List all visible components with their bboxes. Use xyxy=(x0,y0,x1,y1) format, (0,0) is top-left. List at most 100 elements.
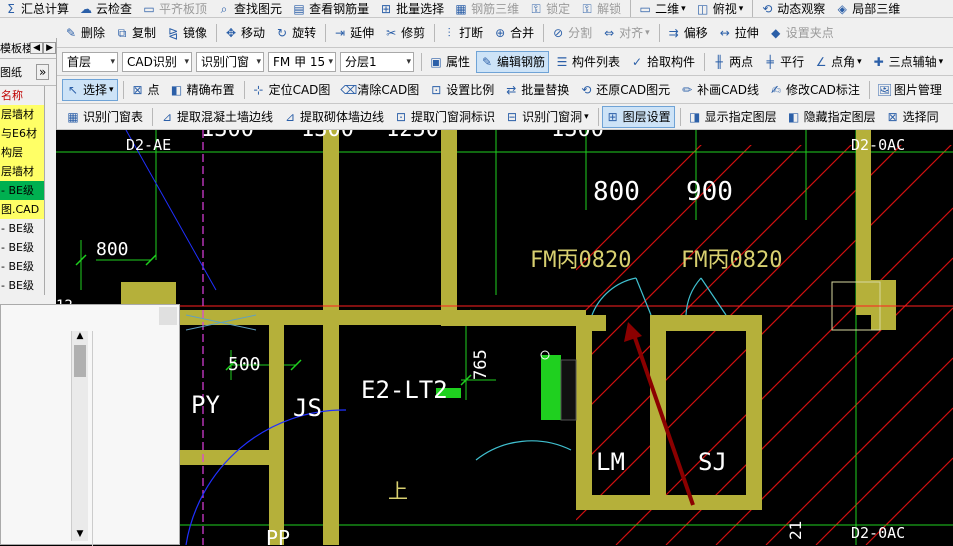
find-button[interactable]: ⌕ 查找图元 xyxy=(213,0,286,17)
stretch-button[interactable]: ↔ 拉伸 xyxy=(714,22,763,44)
unlock-button[interactable]: ⚿ 解锁 xyxy=(576,0,625,17)
chevron-down-icon[interactable]: ▾ xyxy=(645,28,650,38)
chevron-down-icon[interactable]: ▾ xyxy=(328,57,333,67)
show-layer-button[interactable]: ◨ 显示指定图层 xyxy=(684,106,781,128)
parallel-button[interactable]: ╪ 平行 xyxy=(759,51,808,73)
point-angle-button[interactable]: ∠ 点角 ▾ xyxy=(810,51,866,73)
scroll-thumb[interactable] xyxy=(74,345,86,377)
chevron-down-icon[interactable]: ▾ xyxy=(857,57,862,67)
layer-list-item[interactable]: 名称 xyxy=(0,86,44,105)
tab-prev-arrow[interactable]: ◀ xyxy=(30,42,44,54)
panel-close-icon[interactable] xyxy=(159,307,177,325)
panel-expand-icon[interactable]: » xyxy=(36,64,50,80)
selector-2[interactable]: 识别门窗 ▾ xyxy=(196,51,264,72)
door-window-table-button[interactable]: ▦ 识别门窗表 xyxy=(62,106,147,128)
tab-drawing[interactable]: 图纸 xyxy=(0,64,34,80)
selector-1[interactable]: CAD识别 ▾ xyxy=(122,51,192,72)
hide-layer-button[interactable]: ◧ 隐藏指定图层 xyxy=(783,106,880,128)
cad-drawing[interactable]: D2-AE D2-0AC D2-0AC 800 900 800 FM丙0820 FM丙0820… xyxy=(56,130,953,545)
layer-list-item[interactable]: - BE级 xyxy=(0,219,44,238)
select-same-button[interactable]: ⊠ 选择同 xyxy=(882,106,943,128)
identify-opening-button[interactable]: ⊟ 识别门窗洞 ▾ xyxy=(501,106,593,128)
selector-3[interactable]: FM 甲 15 ▾ xyxy=(268,51,336,72)
layer-list-item[interactable]: 构层 xyxy=(0,143,44,162)
selector-4[interactable]: 分层1 ▾ xyxy=(340,51,414,72)
clear-cad-button[interactable]: ⌫ 清除CAD图 xyxy=(336,79,423,101)
align-button[interactable]: ⇔ 对齐 ▾ xyxy=(598,22,654,44)
extract-concrete-wall-button[interactable]: ⊿ 提取混凝土墙边线 xyxy=(156,106,277,128)
cad-label-num-21: 21 xyxy=(786,521,805,540)
scroll-down-icon[interactable]: ▼ xyxy=(72,529,88,539)
layer-list-item[interactable]: 层墙材 xyxy=(0,162,44,181)
trim-button[interactable]: ✂ 修剪 xyxy=(380,22,429,44)
tab-next-arrow[interactable]: ▶ xyxy=(43,42,56,54)
component-list-button[interactable]: ☰ 构件列表 xyxy=(551,51,624,73)
batch-replace-button[interactable]: ⇄ 批量替换 xyxy=(500,79,573,101)
three-point-axis-button[interactable]: ✚ 三点辅轴 ▾ xyxy=(868,51,948,73)
layer-list-item[interactable]: - BE级 xyxy=(0,238,44,257)
chevron-down-icon[interactable]: ▾ xyxy=(739,4,744,14)
layer-list-item[interactable]: - BE级 xyxy=(0,257,44,276)
chevron-down-icon[interactable]: ▾ xyxy=(681,4,686,14)
pick-component-button[interactable]: ✓ 拾取构件 xyxy=(626,51,699,73)
layer-settings-button[interactable]: ⊞ 图层设置 xyxy=(601,105,675,128)
local-3d-button[interactable]: ◈ 局部三维 xyxy=(831,0,904,17)
floating-panel[interactable]: ▲ ▼ xyxy=(0,304,180,546)
slab-align-button[interactable]: ▭ 平齐板顶 xyxy=(138,0,211,17)
copy-button[interactable]: ⧉ 复制 xyxy=(111,22,160,44)
lock-button[interactable]: ⚿ 锁定 xyxy=(525,0,574,17)
offset-button[interactable]: ⇉ 偏移 xyxy=(663,22,712,44)
chevron-down-icon[interactable]: ▾ xyxy=(256,57,261,67)
locate-cad-button[interactable]: ⊹ 定位CAD图 xyxy=(248,79,335,101)
layer-list-item[interactable]: - BE级 xyxy=(0,181,44,200)
chevron-down-icon[interactable]: ▾ xyxy=(584,112,589,122)
top-view-button[interactable]: ◫ 俯视 ▾ xyxy=(692,0,748,17)
chevron-down-icon[interactable]: ▾ xyxy=(110,57,115,67)
break-button[interactable]: ⫶ 打断 xyxy=(438,22,487,44)
scale-button[interactable]: ⊡ 设置比例 xyxy=(425,79,498,101)
cad-label-room-sj: SJ xyxy=(698,448,727,476)
delete-button[interactable]: ✎ 删除 xyxy=(60,22,109,44)
rotate-button[interactable]: ↻ 旋转 xyxy=(271,22,320,44)
rebar-3d-button[interactable]: ▦ 钢筋三维 xyxy=(450,0,523,17)
2d-button[interactable]: ▭ 二维 ▾ xyxy=(634,0,690,17)
orbit-button[interactable]: ⟲ 动态观察 xyxy=(756,0,829,17)
extend-button[interactable]: ⇥ 延伸 xyxy=(329,22,378,44)
sum-button[interactable]: Σ 汇总计算 xyxy=(0,0,73,17)
button-label: 修改CAD标注 xyxy=(785,83,860,97)
layer-list-item[interactable]: 与E6材 xyxy=(0,124,44,143)
point-button[interactable]: ⊠ 点 xyxy=(127,79,164,101)
chevron-down-icon[interactable]: ▾ xyxy=(939,57,944,67)
cloud-check-button[interactable]: ☁ 云检查 xyxy=(75,0,136,17)
layer-list-item[interactable]: - BE级 xyxy=(0,276,44,295)
precise-place-button[interactable]: ◧ 精确布置 xyxy=(166,79,239,101)
batch-select-button[interactable]: ⊞ 批量选择 xyxy=(375,0,448,17)
property-button[interactable]: ▣ 属性 xyxy=(425,51,474,73)
extract-opening-button[interactable]: ⊡ 提取门窗洞标识 xyxy=(390,106,499,128)
chevron-down-icon[interactable]: ▾ xyxy=(109,85,114,95)
rebar-quantity-button[interactable]: ▤ 查看钢筋量 xyxy=(288,0,373,17)
edit-cad-annotation-button[interactable]: ✍ 修改CAD标注 xyxy=(765,79,864,101)
scroll-up-icon[interactable]: ▲ xyxy=(72,331,88,341)
split-button[interactable]: ⊘ 分割 xyxy=(547,22,596,44)
chevron-down-icon[interactable]: ▾ xyxy=(406,57,411,67)
draw-cad-line-button[interactable]: ✏ 补画CAD线 xyxy=(676,79,763,101)
layer-list-item[interactable]: 图.CAD xyxy=(0,200,44,219)
merge-button[interactable]: ⊕ 合并 xyxy=(489,22,538,44)
select-button[interactable]: ↖ 选择 ▾ xyxy=(62,78,118,101)
selector-0[interactable]: 首层 ▾ xyxy=(62,51,118,72)
image-manage-button[interactable]: 🖼 图片管理 xyxy=(873,79,946,101)
mirror-button[interactable]: ⧎ 镜像 xyxy=(162,22,211,44)
cad-label-fm1: FM丙0820 xyxy=(530,248,631,273)
tab-model-floor[interactable]: 模板楼 xyxy=(0,40,30,56)
restore-cad-button[interactable]: ⟲ 还原CAD图元 xyxy=(575,79,674,101)
move-button[interactable]: ✥ 移动 xyxy=(220,22,269,44)
chevron-down-icon[interactable]: ▾ xyxy=(184,57,189,67)
edit-rebar-button[interactable]: ✎ 编辑钢筋 xyxy=(476,50,550,73)
extract-masonry-wall-button[interactable]: ⊿ 提取砌体墙边线 xyxy=(279,106,388,128)
panel-scrollbar[interactable]: ▲ ▼ xyxy=(71,331,88,541)
grip-button[interactable]: ◆ 设置夹点 xyxy=(765,22,838,44)
layer-list-item[interactable]: 层墙材 xyxy=(0,105,44,124)
two-point-button[interactable]: ╫ 两点 xyxy=(708,51,757,73)
cad-canvas[interactable]: D2-AE D2-0AC D2-0AC 800 900 800 FM丙0820 FM丙0820… xyxy=(56,130,953,545)
